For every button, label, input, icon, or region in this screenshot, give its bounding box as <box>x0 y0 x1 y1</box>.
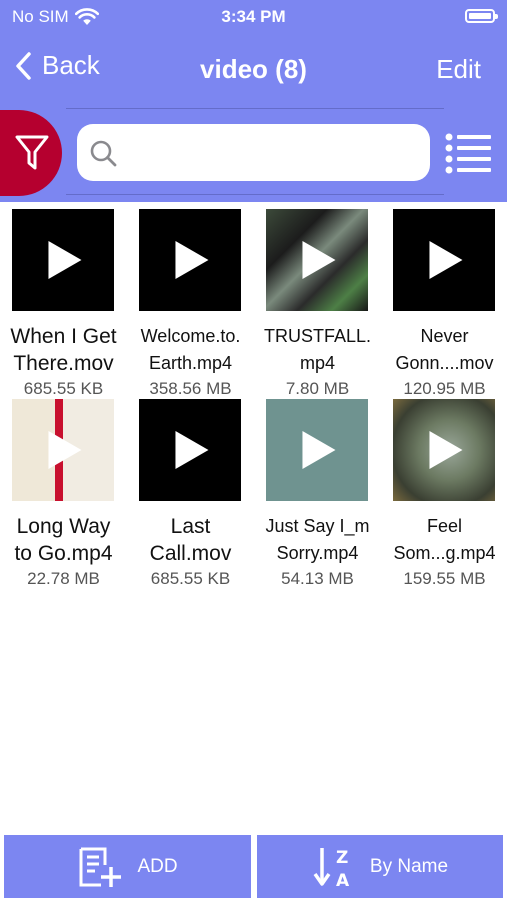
file-name: Last Call.mov <box>149 515 232 565</box>
file-size: 7.80 MB <box>285 379 350 398</box>
video-thumbnail <box>393 399 495 501</box>
list-view-icon[interactable] <box>444 132 492 174</box>
edit-button[interactable]: Edit <box>436 54 481 85</box>
file-name: Feel Som...g.mp4 <box>393 516 496 563</box>
sort-z-a-icon: Z A <box>313 847 350 890</box>
file-name: TRUSTFALL. mp4 <box>263 326 372 373</box>
add-document-icon <box>79 847 122 887</box>
video-thumbnail <box>393 209 495 311</box>
file-size: 120.95 MB <box>403 379 486 398</box>
status-time: 3:34 PM <box>221 7 286 26</box>
file-size: 685.55 KB <box>150 569 231 588</box>
sort-label: By Name <box>369 855 449 877</box>
battery-icon <box>465 9 498 23</box>
file-name: Just Say I_m Sorry.mp4 <box>265 516 370 563</box>
file-name: Welcome.to. Earth.mp4 <box>140 326 241 373</box>
file-size: 358.56 MB <box>149 379 232 398</box>
sort-button[interactable]: Z A By Name <box>257 835 503 898</box>
back-button[interactable]: Back <box>14 50 100 81</box>
play-icon <box>429 241 463 279</box>
play-icon <box>48 241 82 279</box>
file-size: 685.55 KB <box>23 379 104 398</box>
back-label: Back <box>42 50 100 80</box>
play-icon <box>429 431 463 469</box>
video-thumbnail <box>266 209 368 311</box>
file-size: 159.55 MB <box>403 569 486 588</box>
video-thumbnail <box>12 209 114 311</box>
file-name: Never Gonn....mov <box>395 326 494 373</box>
filter-funnel-icon <box>15 135 49 170</box>
divider <box>66 108 444 109</box>
video-thumbnail <box>139 209 241 311</box>
add-label: ADD <box>137 855 178 877</box>
file-size: 54.13 MB <box>281 569 354 588</box>
add-button[interactable]: ADD <box>4 835 251 898</box>
video-thumbnail <box>266 399 368 501</box>
play-icon <box>175 241 209 279</box>
play-icon <box>302 241 336 279</box>
svg-text:Z: Z <box>336 848 348 868</box>
file-name: When I Get There.mov <box>10 325 117 375</box>
file-name: Long Way to Go.mp4 <box>14 515 113 565</box>
file-size: 22.78 MB <box>27 569 100 588</box>
navigation-bar: Back video (8) Edit <box>0 42 507 96</box>
search-box[interactable] <box>77 124 430 181</box>
divider <box>66 194 444 195</box>
status-bar: No SIM 3:34 PM <box>0 0 507 34</box>
top-bar: No SIM 3:34 PM Back video (8) Edit <box>0 0 507 202</box>
search-icon <box>90 140 117 167</box>
chevron-left-icon <box>16 51 31 80</box>
video-thumbnail <box>12 399 114 501</box>
play-icon <box>302 431 336 469</box>
svg-text:A: A <box>336 871 350 890</box>
play-icon <box>175 431 209 469</box>
play-icon <box>48 431 82 469</box>
search-input[interactable] <box>129 136 416 171</box>
filter-button[interactable] <box>0 110 62 196</box>
video-thumbnail <box>139 399 241 501</box>
